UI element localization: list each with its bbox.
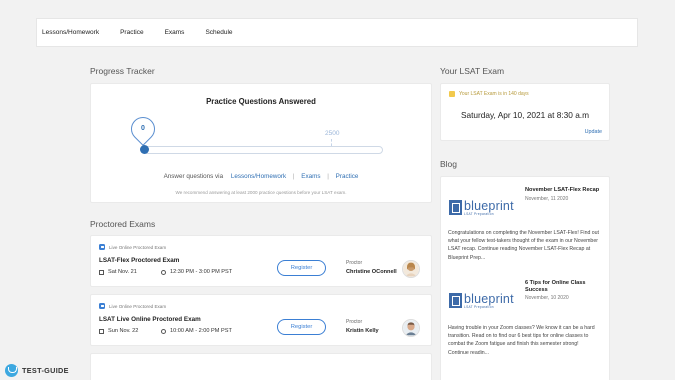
- blog-post-excerpt: Having trouble in your Zoom classes? We …: [448, 325, 595, 356]
- progress-tracker-card: Practice Questions Answered 0 2500 Answe…: [90, 83, 432, 203]
- exam-date-label: Sat Nov. 21: [108, 269, 137, 275]
- video-icon: [99, 303, 105, 309]
- calendar-icon: [99, 269, 104, 275]
- link-practice[interactable]: Practice: [336, 173, 359, 180]
- clock-icon: [161, 328, 166, 334]
- alert-icon: [449, 91, 455, 97]
- logo-word: blueprint: [464, 291, 514, 306]
- exam-date: Sat Nov. 21: [99, 269, 137, 275]
- top-nav: Lessons/Homework Practice Exams Schedule: [36, 18, 638, 47]
- progress-heading: Practice Questions Answered: [206, 97, 316, 106]
- link-lessons-homework[interactable]: Lessons/Homework: [231, 173, 286, 180]
- answer-via-row: Answer questions via Lessons/Homework | …: [91, 173, 431, 180]
- register-button[interactable]: Register: [277, 319, 326, 335]
- video-icon: [99, 244, 105, 250]
- exam-time-label: 12:30 PM - 3:00 PM PST: [170, 269, 233, 275]
- link-exams[interactable]: Exams: [301, 173, 320, 180]
- answer-via-prefix: Answer questions via: [163, 173, 224, 180]
- proctor-avatar: [402, 260, 420, 278]
- exam-name: LSAT-Flex Proctored Exam: [99, 257, 180, 264]
- blog-card: blueprint LSAT Preparation November LSAT…: [440, 176, 610, 380]
- nav-lessons-homework[interactable]: Lessons/Homework: [42, 29, 99, 36]
- separator: |: [327, 173, 329, 180]
- clock-icon: [161, 269, 166, 275]
- lsat-exam-card: Your LSAT Exam is in 140 days Saturday, …: [440, 83, 610, 141]
- blueprint-logo-icon: [449, 293, 462, 308]
- blog-post-excerpt: Congratulations on completing the Novemb…: [448, 230, 599, 261]
- register-button[interactable]: Register: [277, 260, 326, 276]
- lsat-section-title: Your LSAT Exam: [440, 66, 505, 76]
- exam-card: Live Online Proctored Exam LSAT Live Onl…: [90, 294, 432, 346]
- lsat-countdown: Your LSAT Exam is in 140 days: [449, 91, 529, 97]
- exam-type-label: Live Online Proctored Exam: [109, 303, 167, 309]
- test-guide-brand: TEST-GUIDE: [22, 366, 69, 375]
- blog-post-date: November, 10 2020: [525, 295, 569, 301]
- progress-recommendation: We recommend answering at least 2000 pra…: [175, 190, 347, 195]
- exam-name: LSAT Live Online Proctored Exam: [99, 316, 201, 323]
- exam-time: 12:30 PM - 3:00 PM PST: [161, 269, 232, 275]
- progress-goal-value: 2500: [325, 130, 340, 137]
- logo-sub: LSAT Preparation: [464, 211, 494, 216]
- blog-post-title[interactable]: 6 Tips for Online Class Success: [525, 280, 591, 294]
- separator: |: [292, 173, 295, 180]
- blueprint-logo: blueprint LSAT Preparation: [449, 198, 520, 217]
- test-guide-mark-icon: [5, 364, 18, 377]
- exam-time-label: 10:00 AM - 2:00 PM PST: [170, 328, 232, 334]
- blog-post-title[interactable]: November LSAT-Flex Recap: [525, 187, 609, 194]
- nav-exams[interactable]: Exams: [165, 29, 185, 36]
- blueprint-logo-icon: [449, 200, 462, 215]
- progress-section-title: Progress Tracker: [90, 66, 155, 76]
- exam-type-label: Live Online Proctored Exam: [109, 244, 167, 250]
- progress-current-value: 0: [141, 125, 145, 132]
- logo-word: blueprint: [464, 198, 514, 213]
- exam-type: Live Online Proctored Exam: [99, 244, 166, 250]
- proctor-label: Proctor: [346, 319, 363, 325]
- exam-time: 10:00 AM - 2:00 PM PST: [161, 328, 232, 334]
- calendar-icon: [99, 328, 104, 334]
- proctor-label: Proctor: [346, 260, 363, 266]
- test-guide-logo: TEST-GUIDE: [5, 364, 69, 377]
- update-link[interactable]: Update: [585, 129, 602, 135]
- lsat-countdown-label: Your LSAT Exam is in 140 days: [459, 91, 529, 97]
- exam-date-label: Sun Nov. 22: [108, 328, 139, 334]
- blog-post-date: November, 11 2020: [525, 196, 569, 202]
- proctor-name: Kristin Kelly: [346, 328, 379, 334]
- logo-sub: LSAT Preparation: [464, 304, 494, 309]
- proctored-section-title: Proctored Exams: [90, 219, 156, 229]
- progress-goal-marker: [331, 139, 332, 146]
- exam-card: Live Online Proctored Exam LSAT-Flex Pro…: [90, 235, 432, 287]
- lsat-date: Saturday, Apr 10, 2021 at 8:30 a.m: [460, 110, 590, 120]
- nav-schedule[interactable]: Schedule: [205, 29, 232, 36]
- exam-type: Live Online Proctored Exam: [99, 303, 166, 309]
- nav-practice[interactable]: Practice: [120, 29, 143, 36]
- blog-section-title: Blog: [440, 159, 458, 169]
- exam-date: Sun Nov. 22: [99, 328, 138, 334]
- progress-track: [143, 146, 383, 154]
- blueprint-logo: blueprint LSAT Preparation: [449, 291, 520, 310]
- progress-knob: [140, 145, 149, 154]
- proctor-name: Christine OConnell: [346, 269, 397, 275]
- proctor-avatar: [402, 319, 420, 337]
- exam-card-partial: [90, 353, 432, 380]
